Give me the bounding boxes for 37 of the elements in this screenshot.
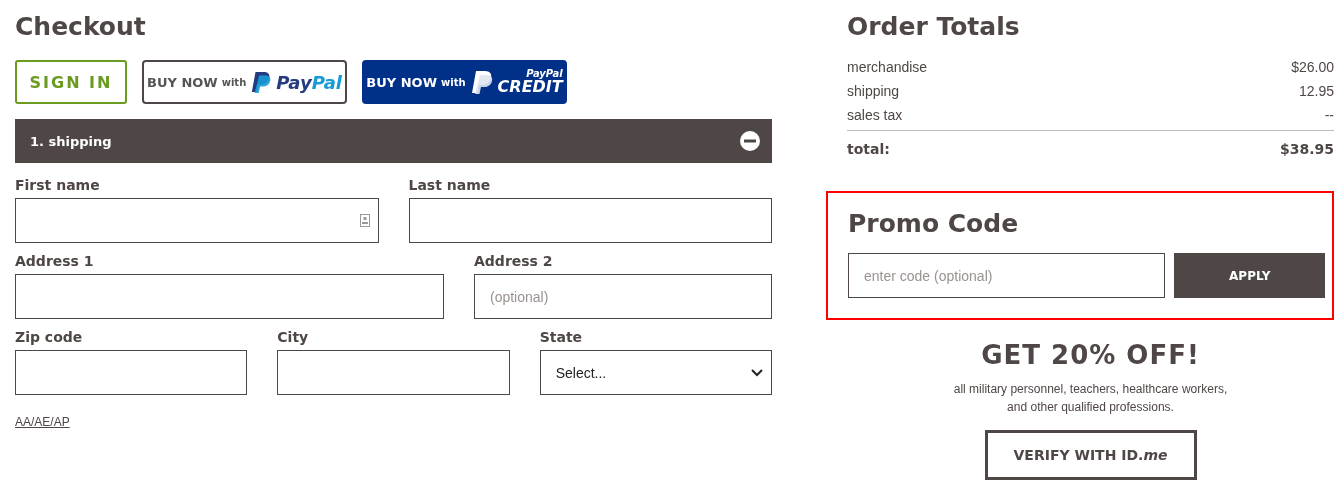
chevron-down-icon	[751, 368, 763, 377]
section-header[interactable]: 1. shipping	[15, 119, 772, 163]
offer-headline: GET 20% OFF!	[981, 340, 1200, 370]
total-value: $38.95	[1279, 140, 1334, 159]
total-value: 12.95	[1298, 82, 1334, 101]
minus-circle-icon[interactable]	[740, 131, 760, 151]
input-field[interactable]	[15, 274, 444, 319]
total-label: sales tax	[847, 106, 903, 125]
total-label: total:	[847, 140, 890, 159]
total-label: shipping	[847, 82, 900, 101]
input-field[interactable]	[277, 350, 510, 395]
total-label: merchandise	[847, 58, 928, 77]
promo-title: Promo Code	[848, 208, 1020, 240]
offer-text: all military personnel, teachers, healthcare workers, and other qualified professions.	[952, 381, 1229, 416]
field-label: Address 2	[474, 253, 554, 270]
verify-button[interactable]: VERIFY WITH ID.me	[984, 430, 1197, 480]
field-label: Zip code	[15, 329, 84, 346]
total-value: $26.00	[1291, 58, 1334, 77]
total-value: --	[1324, 106, 1334, 125]
paypal-p-icon	[250, 70, 273, 94]
input-field[interactable]	[15, 350, 248, 395]
field-label: First name	[15, 177, 101, 194]
apply-button[interactable]: APPLY	[1174, 253, 1325, 298]
field-label: City	[277, 329, 310, 346]
state-select[interactable]: Select...	[539, 350, 772, 395]
input-field[interactable]	[15, 198, 379, 243]
input-field[interactable]	[408, 198, 772, 243]
paypal-credit-button[interactable]: BUY NOW with PayPal CREDIT	[362, 60, 567, 104]
paypal-button[interactable]: BUY NOW with PayPal	[142, 60, 347, 104]
field-label: Address 1	[15, 253, 95, 270]
order-totals-title: Order Totals	[847, 11, 1021, 43]
field-label: State	[539, 329, 584, 346]
field-label: Last name	[408, 177, 492, 194]
page-title: Checkout	[15, 12, 147, 41]
paypal-p-icon	[469, 69, 494, 95]
military-address-link[interactable]: AA/AE/AP	[15, 415, 70, 429]
contact-card-icon	[359, 214, 370, 227]
